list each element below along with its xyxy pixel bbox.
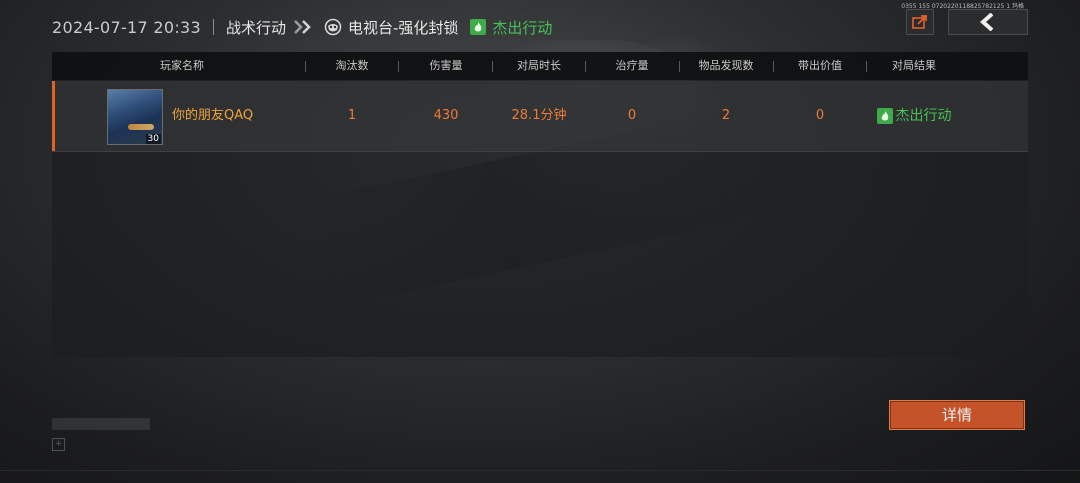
column-divider — [679, 61, 680, 72]
column-header-items-found: 物品发现数 — [698, 59, 754, 72]
match-datetime: 2024-07-17 20:33 — [52, 17, 201, 37]
back-arrow-icon — [979, 13, 994, 31]
player-level: 30 — [145, 134, 161, 144]
share-button[interactable] — [906, 9, 934, 35]
match-map: 电视台-强化封锁 — [348, 18, 459, 37]
match-result: 杰出行动 — [492, 18, 553, 37]
success-flame-icon — [876, 108, 893, 124]
column-header-healing: 治疗量 — [615, 59, 649, 72]
share-icon — [912, 15, 927, 29]
column-header-duration: 对局时长 — [517, 59, 561, 72]
details-button[interactable]: 详情 — [889, 400, 1025, 430]
column-header-eliminations: 淘汰数 — [335, 59, 369, 72]
column-divider — [866, 61, 867, 72]
healing-value: 0 — [627, 108, 637, 123]
match-header: 2024-07-17 20:33 战术行动 电视台-强化封锁 杰出行动 — [52, 14, 552, 40]
damage-value: 430 — [433, 108, 459, 123]
map-mask-icon — [324, 18, 342, 36]
column-divider — [773, 61, 774, 72]
column-header-damage: 伤害量 — [429, 59, 463, 72]
faint-plus-icon: + — [52, 438, 65, 451]
match-mode: 战术行动 — [225, 18, 286, 37]
header-divider — [212, 19, 214, 35]
eliminations-value: 1 — [347, 108, 357, 123]
table-row[interactable]: 30 你的朋友QAQ 1 430 28.1分钟 0 2 0 杰出行动 — [52, 81, 1028, 152]
double-chevron-icon — [294, 20, 316, 34]
column-divider — [585, 61, 586, 72]
column-header-match-result: 对局结果 — [892, 59, 936, 72]
column-divider — [305, 61, 306, 72]
faint-background-bar — [52, 418, 150, 430]
match-results-table: 玩家名称 淘汰数 伤害量 对局时长 治疗量 物品发现数 带出价值 对局结果 30… — [52, 52, 1028, 357]
duration-value: 28.1分钟 — [511, 108, 567, 123]
column-divider — [398, 61, 399, 72]
extract-value-value: 0 — [815, 108, 825, 123]
items-found-value: 2 — [721, 108, 731, 123]
table-header: 玩家名称 淘汰数 伤害量 对局时长 治疗量 物品发现数 带出价值 对局结果 — [52, 52, 1028, 80]
success-flame-icon — [470, 19, 487, 35]
row-highlight-bar — [52, 81, 55, 151]
avatar-artwork — [128, 124, 154, 130]
row-result-label: 杰出行动 — [895, 108, 952, 124]
column-header-extract-value: 带出价值 — [798, 59, 842, 72]
player-name: 你的朋友QAQ — [172, 108, 254, 123]
row-result: 杰出行动 — [862, 81, 966, 151]
column-header-player-name: 玩家名称 — [160, 59, 204, 72]
back-button[interactable] — [948, 9, 1028, 35]
column-divider — [492, 61, 493, 72]
bottom-divider — [0, 470, 1080, 471]
avatar: 30 — [107, 89, 163, 145]
